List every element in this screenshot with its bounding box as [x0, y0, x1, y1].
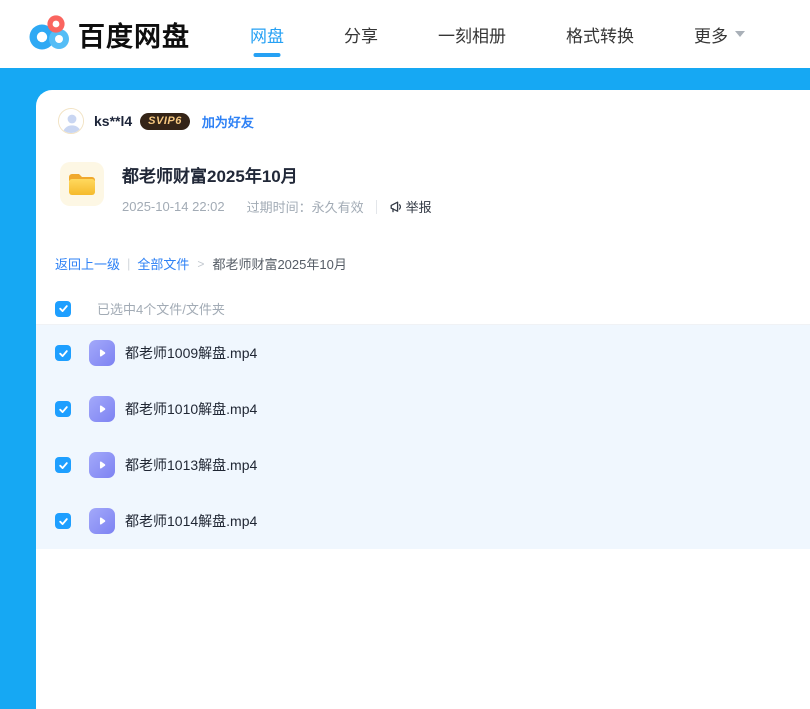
blue-backdrop: ks**l4 SVIP6 加为好友 都老师财富2025年10月 2025-10-…: [0, 68, 810, 709]
selection-bar: 已选中4个文件/文件夹: [36, 293, 810, 325]
sharer-info-row: ks**l4 SVIP6 加为好友: [58, 108, 810, 134]
folder-info: 都老师财富2025年10月 2025-10-14 22:02 过期时间：永久有效…: [122, 160, 432, 216]
report-button[interactable]: 举报: [389, 197, 432, 216]
video-file-icon: [89, 452, 115, 478]
svip-badge: SVIP6: [140, 112, 190, 130]
file-name[interactable]: 都老师1009解盘.mp4: [125, 343, 257, 363]
avatar: [58, 108, 84, 134]
video-file-icon: [89, 396, 115, 422]
nav-tabs: 网盘 分享 一刻相册 格式转换 更多: [250, 0, 745, 68]
folder-meta: 2025-10-14 22:02 过期时间：永久有效 举报: [122, 197, 432, 216]
file-checkbox[interactable]: [55, 345, 71, 361]
selection-count-text: 已选中4个文件/文件夹: [97, 302, 225, 317]
brand-title: 百度网盘: [78, 21, 190, 52]
meta-divider: [375, 199, 377, 214]
tab-netdisk[interactable]: 网盘: [250, 0, 284, 68]
tab-format-convert[interactable]: 格式转换: [566, 0, 634, 68]
breadcrumb: 返回上一级 | 全部文件 > 都老师财富2025年10月: [55, 254, 810, 273]
expire-time: 过期时间：永久有效: [246, 200, 364, 215]
folder-icon: [58, 160, 106, 208]
netdisk-cloud-logo-icon: [28, 13, 70, 56]
breadcrumb-separator: |: [127, 256, 131, 271]
file-row[interactable]: 都老师1009解盘.mp4: [36, 325, 810, 381]
file-row[interactable]: 都老师1013解盘.mp4: [36, 437, 810, 493]
file-name[interactable]: 都老师1013解盘.mp4: [125, 455, 257, 475]
file-row[interactable]: 都老师1014解盘.mp4: [36, 493, 810, 549]
shared-folder-header: 都老师财富2025年10月 2025-10-14 22:02 过期时间：永久有效…: [58, 160, 810, 216]
file-checkbox[interactable]: [55, 401, 71, 417]
file-row[interactable]: 都老师1010解盘.mp4: [36, 381, 810, 437]
file-list: 都老师1009解盘.mp4 都老师1010解盘.mp4 都老师1013解盘.mp…: [36, 325, 810, 549]
select-all-checkbox[interactable]: [55, 300, 71, 317]
baidu-netdisk-share-page: 百度网盘 网盘 分享 一刻相册 格式转换 更多 ks**l4 SVIP6 加为好…: [0, 0, 810, 709]
brand-logo[interactable]: 百度网盘: [28, 13, 190, 56]
breadcrumb-chevron: >: [197, 256, 205, 271]
breadcrumb-all-files-link[interactable]: 全部文件: [137, 254, 189, 273]
file-name[interactable]: 都老师1010解盘.mp4: [125, 399, 257, 419]
top-nav: 百度网盘 网盘 分享 一刻相册 格式转换 更多: [0, 0, 810, 68]
breadcrumb-back-link[interactable]: 返回上一级: [55, 254, 120, 273]
video-file-icon: [89, 508, 115, 534]
chevron-down-icon: [735, 31, 745, 37]
folder-title: 都老师财富2025年10月: [122, 167, 298, 186]
report-megaphone-icon: [390, 201, 401, 212]
file-checkbox[interactable]: [55, 457, 71, 473]
active-tab-underline: [253, 53, 281, 57]
sharer-username: ks**l4: [94, 113, 133, 129]
add-friend-link[interactable]: 加为好友: [202, 112, 254, 131]
tab-more[interactable]: 更多: [694, 0, 745, 68]
video-file-icon: [89, 340, 115, 366]
tab-moment-album[interactable]: 一刻相册: [438, 0, 506, 68]
share-time: 2025-10-14 22:02: [122, 199, 225, 214]
tab-share[interactable]: 分享: [344, 0, 378, 68]
share-content-card: ks**l4 SVIP6 加为好友 都老师财富2025年10月 2025-10-…: [36, 90, 810, 709]
breadcrumb-current-folder: 都老师财富2025年10月: [212, 257, 347, 272]
file-name[interactable]: 都老师1014解盘.mp4: [125, 511, 257, 531]
file-checkbox[interactable]: [55, 513, 71, 529]
